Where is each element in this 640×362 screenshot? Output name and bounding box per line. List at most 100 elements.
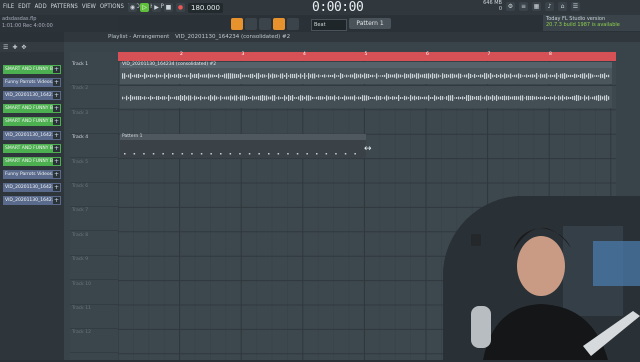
add-icon[interactable]: + xyxy=(53,131,60,139)
track-header[interactable]: Track 12 xyxy=(70,329,118,354)
webcam-overlay xyxy=(443,196,640,360)
tool-buttons xyxy=(231,16,299,32)
browser-clip-label: VID_20201130_1642.. xyxy=(5,132,55,138)
play-button[interactable]: ▶ xyxy=(152,3,161,12)
browser-clip[interactable]: VID_20201130_1642.. + xyxy=(3,91,61,101)
playlist-header: Playlist - Arrangement VID_20201130_1642… xyxy=(64,32,640,42)
add-icon[interactable]: + xyxy=(53,144,60,152)
ruler-bar-number: 6 xyxy=(426,52,429,57)
audio-clip-2[interactable] xyxy=(120,86,612,108)
song-mode-button[interactable]: ▷ xyxy=(140,3,149,12)
add-icon[interactable]: + xyxy=(53,79,60,87)
track-header[interactable]: Track 9 xyxy=(70,256,118,281)
browser-clip-label: SMART AND FUNNY BI.. xyxy=(5,158,58,164)
browser-add-icon[interactable]: ✚ xyxy=(12,44,17,51)
add-icon[interactable]: + xyxy=(53,157,60,165)
pattern-selector[interactable]: Pattern 1 xyxy=(349,18,391,29)
add-icon[interactable]: + xyxy=(53,118,60,126)
gear-icon[interactable]: ⚙ xyxy=(506,2,515,11)
browser-menu-icon[interactable]: ☰ xyxy=(3,44,8,51)
menu-item-edit[interactable]: EDIT xyxy=(17,3,31,13)
browser-clip[interactable]: Funny Parrots Videos.. + xyxy=(3,169,61,179)
browser-clip-label: SMART AND FUNNY BI.. xyxy=(5,145,58,151)
track-header[interactable]: Track 10 xyxy=(70,281,118,305)
news-line-2: 20.7.3 build 1987 is available xyxy=(546,22,620,28)
piano-roll-icon[interactable]: ♪ xyxy=(545,2,554,11)
time-display[interactable]: 0:00:00 xyxy=(312,0,364,16)
plugin-icon[interactable]: ☰ xyxy=(571,2,580,11)
track-header[interactable]: Track 11 xyxy=(70,305,118,329)
menu-item-file[interactable]: FILE xyxy=(2,3,15,13)
add-icon[interactable]: + xyxy=(53,170,60,178)
browser-header: ☰ ✚ ✥ xyxy=(0,42,67,52)
track-header[interactable]: Track 1 xyxy=(70,61,118,85)
add-icon[interactable]: + xyxy=(53,197,60,204)
track-header[interactable]: Track 8 xyxy=(70,232,118,256)
mixer-icon[interactable]: ≡ xyxy=(519,2,528,11)
playlist-clip-title: VID_20201130_164234 (consolidated) #2 xyxy=(175,34,291,40)
browser-clip-label: VID_20201130_1642.. xyxy=(5,198,55,203)
browser-clip-label: SMART AND FUNNY BI.. xyxy=(5,67,58,72)
paint-tool-icon[interactable] xyxy=(287,18,299,30)
draw-tool-icon[interactable] xyxy=(273,18,285,30)
timeline-ruler[interactable]: 2 3 4 5 6 7 8 xyxy=(118,52,616,61)
browser-clip[interactable]: VID_20201130_1642.. + xyxy=(3,182,61,192)
ruler-bar-number: 7 xyxy=(487,52,491,57)
cpu-meter: 646 MB 0 xyxy=(476,0,502,14)
track-header[interactable]: Track 5 xyxy=(70,159,118,183)
ruler-bar-number: 8 xyxy=(549,52,552,57)
playlist-title: Playlist - Arrangement xyxy=(108,34,170,40)
record-mode-icon[interactable] xyxy=(245,18,257,30)
add-icon[interactable]: + xyxy=(53,183,60,191)
add-icon[interactable]: + xyxy=(53,66,60,73)
add-icon[interactable]: + xyxy=(53,92,60,100)
browser-clip[interactable]: SMART AND FUNNY BI.. + xyxy=(3,143,61,153)
hint-time: 1:01:00 Rec 4:00:00 xyxy=(2,23,53,29)
tempo-display[interactable]: 180.000 xyxy=(188,2,223,13)
add-icon[interactable]: + xyxy=(53,105,60,113)
waveform-2 xyxy=(122,95,610,101)
pattern-clip-label: Pattern 1 xyxy=(120,134,366,140)
browser-move-icon[interactable]: ✥ xyxy=(21,44,26,51)
resize-cursor-icon: ↔ xyxy=(364,144,372,154)
browser-clip[interactable]: Funny Parrots Videos.. + xyxy=(3,78,61,88)
menu-item-view[interactable]: VIEW xyxy=(81,3,97,13)
browser-clip[interactable]: VID_20201130_1642.. + xyxy=(3,130,61,140)
stop-button[interactable]: ■ xyxy=(164,3,173,12)
browser-clip[interactable]: SMART AND FUNNY BI.. + xyxy=(3,104,61,114)
track-header[interactable]: Track 2 xyxy=(70,85,118,110)
ruler-bar-number: 4 xyxy=(303,52,306,57)
ruler-bar-number: 3 xyxy=(241,52,245,57)
channel-rack-icon[interactable]: ▦ xyxy=(532,2,541,11)
track-header[interactable]: Track 4 xyxy=(70,134,118,159)
track-header[interactable]: Track 7 xyxy=(70,207,118,232)
menu-item-add[interactable]: ADD xyxy=(34,3,48,13)
project-file-name: adsdasdas.flp xyxy=(2,16,37,22)
ruler-bar-number: 5 xyxy=(364,52,368,57)
audio-clip-label: VID_20201130_164234 (consolidated) #2 xyxy=(120,62,612,68)
browser-clip[interactable]: SMART AND FUNNY BI.. + xyxy=(3,117,61,127)
track-header[interactable]: Track 3 xyxy=(70,110,118,134)
browser-icon[interactable]: ⌂ xyxy=(558,2,567,11)
webcam-image xyxy=(443,196,640,360)
browser-clip-label: VID_20201130_1642.. xyxy=(5,93,55,99)
menu-item-options[interactable]: OPTIONS xyxy=(99,3,125,13)
window-tools: ⚙ ≡ ▦ ♪ ⌂ ☰ xyxy=(506,2,580,11)
browser-clip-label: SMART AND FUNNY BI.. xyxy=(5,119,58,125)
pat-song-toggle[interactable]: ◉ xyxy=(128,3,137,12)
browser-clip-label: VID_20201130_1642.. xyxy=(5,184,55,190)
browser-clip[interactable]: SMART AND FUNNY BI.. + xyxy=(3,65,61,74)
browser-clip-label: SMART AND FUNNY BI.. xyxy=(5,106,58,112)
record-button[interactable]: ● xyxy=(176,3,185,12)
news-panel[interactable]: Today FL Studio version 20.7.3 build 198… xyxy=(543,15,640,31)
browser-clip[interactable]: VID_20201130_1642.. + xyxy=(3,196,61,205)
track-header[interactable]: Track 6 xyxy=(70,183,118,207)
cores-readout: 0 xyxy=(498,6,502,12)
menu-item-patterns[interactable]: PATTERNS xyxy=(50,3,79,13)
step-edit-icon[interactable] xyxy=(259,18,271,30)
hint-bar: adsdasdas.flp 1:01:00 Rec 4:00:00 xyxy=(0,15,118,32)
browser-clip[interactable]: SMART AND FUNNY BI.. + xyxy=(3,156,61,166)
pattern-picker-icon[interactable] xyxy=(231,18,243,30)
snap-selector[interactable]: Beat xyxy=(311,19,347,31)
browser-clip-label: Funny Parrots Videos.. xyxy=(5,171,55,177)
